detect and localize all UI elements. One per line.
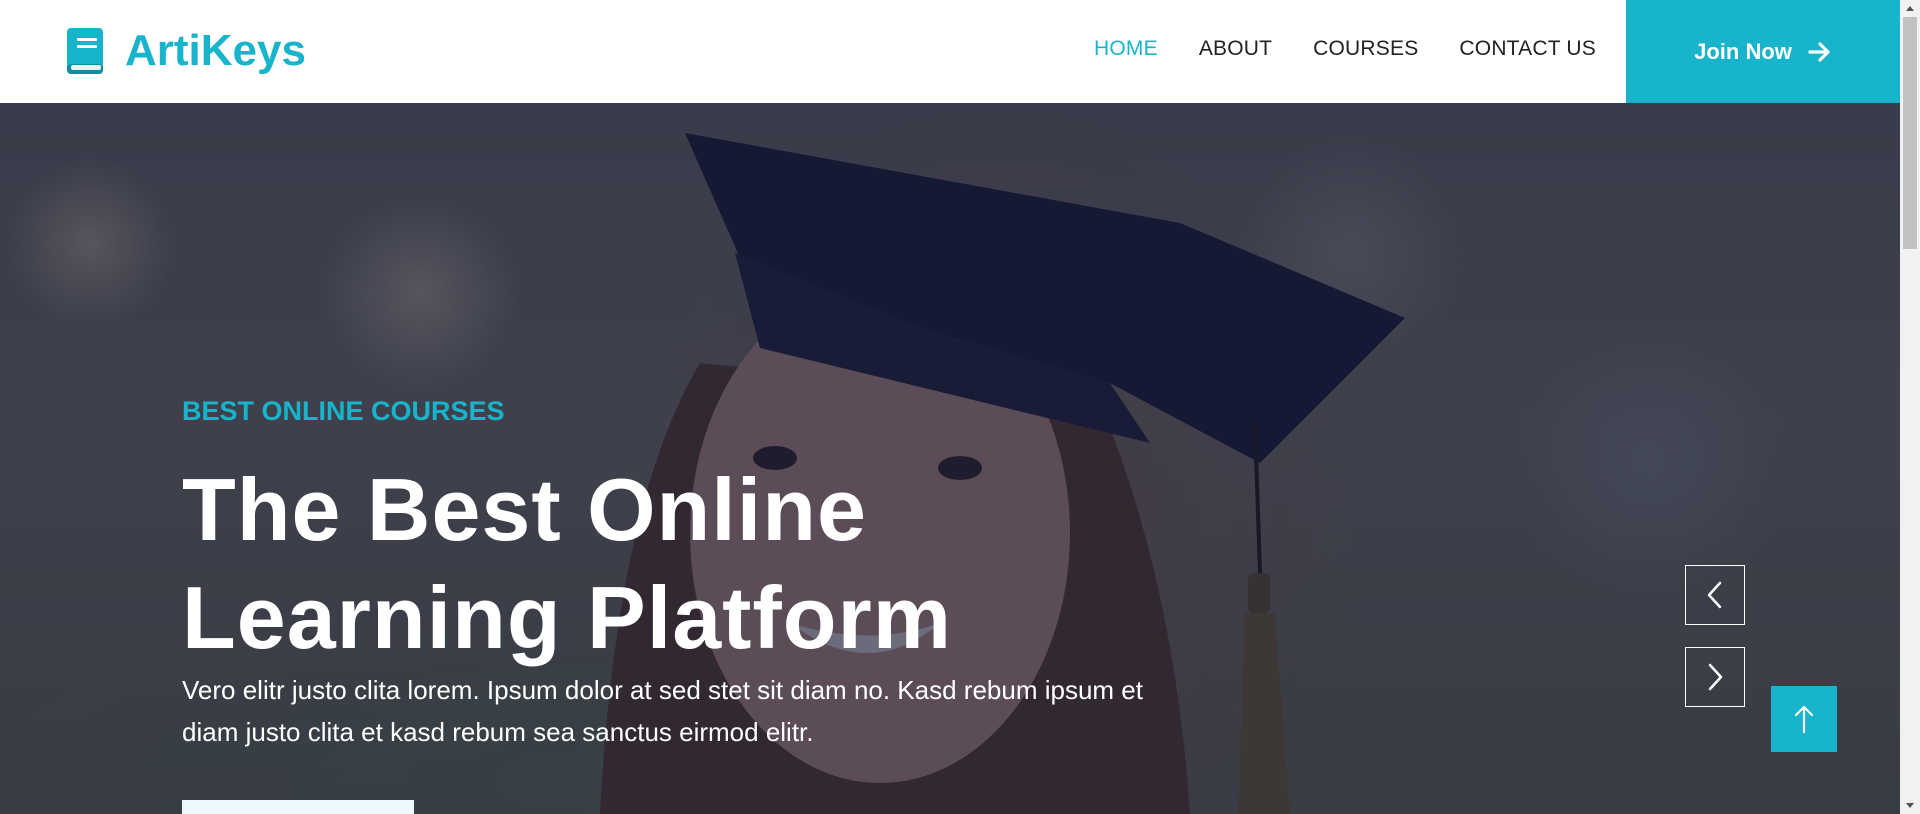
scrollbar-thumb[interactable] xyxy=(1903,17,1917,249)
carousel-prev-button[interactable] xyxy=(1685,565,1745,625)
chevron-left-icon xyxy=(1707,581,1722,609)
hero-cta-button[interactable] xyxy=(182,800,414,814)
hero-description: Vero elitr justo clita lorem. Ipsum dolo… xyxy=(182,675,1143,747)
hero-subtitle: BEST ONLINE COURSES xyxy=(182,396,505,426)
page-scrollbar[interactable] xyxy=(1900,0,1920,814)
carousel-next-button[interactable] xyxy=(1685,647,1745,707)
join-now-button[interactable]: Join Now xyxy=(1626,0,1900,103)
nav-item-about[interactable]: ABOUT xyxy=(1199,37,1272,61)
arrow-up-icon xyxy=(1794,705,1814,734)
scroll-down-arrow[interactable] xyxy=(1900,797,1920,814)
chevron-right-icon xyxy=(1708,663,1723,691)
back-to-top-button[interactable] xyxy=(1771,686,1837,752)
nav-item-home[interactable]: HOME xyxy=(1094,37,1158,61)
navbar: ArtiKeys HOME ABOUT COURSES CONTACT US J… xyxy=(0,0,1900,103)
brand-name: ArtiKeys xyxy=(125,26,306,75)
nav-item-contact-us[interactable]: CONTACT US xyxy=(1459,37,1596,61)
scroll-up-arrow[interactable] xyxy=(1900,0,1920,17)
hero-title: The Best Online Learning Platform xyxy=(182,460,952,667)
nav-item-courses[interactable]: COURSES xyxy=(1313,37,1418,61)
hero-carousel: BEST ONLINE COURSES The Best Online Lear… xyxy=(0,103,1900,814)
book-icon xyxy=(67,28,103,74)
brand-logo[interactable]: ArtiKeys xyxy=(65,26,306,76)
arrow-right-icon xyxy=(1808,41,1830,62)
triangle-up-icon xyxy=(1906,6,1914,11)
join-now-label: Join Now xyxy=(1694,38,1792,64)
triangle-down-icon xyxy=(1906,803,1914,808)
main-nav: HOME ABOUT COURSES CONTACT US xyxy=(1094,37,1637,61)
